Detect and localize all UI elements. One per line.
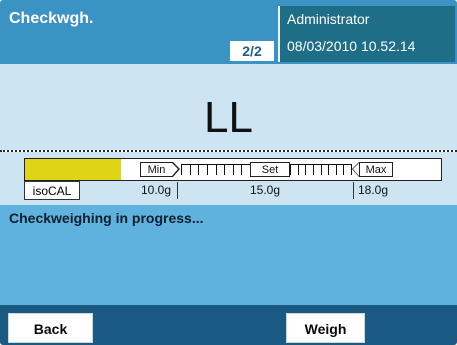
user-name: Administrator [287,11,370,27]
tick-mark [233,164,234,175]
set-marker: Set [250,162,290,177]
max-marker: Max [359,162,393,177]
min-value-divider [177,182,178,199]
app-title: Checkwgh. [9,10,94,27]
back-button[interactable]: Back [8,313,93,343]
tick-mark [313,164,314,175]
tick-mark [328,164,329,175]
tick-mark [343,164,344,175]
max-value-divider [353,182,354,199]
datetime: 08/03/2010 10.52.14 [287,38,416,54]
min-arrow-fill [172,163,178,176]
tick-mark [305,164,306,175]
tick-mark [241,164,242,175]
min-value: 10.0g [141,183,172,197]
tick-mark [181,164,182,175]
user-panel: Administrator 08/03/2010 10.52.14 [278,6,455,62]
tick-mark [321,164,322,175]
balance-screen: Checkwgh. 2/2 Administrator 08/03/2010 1… [0,0,457,345]
tick-mark [298,164,299,175]
page-indicator[interactable]: 2/2 [230,41,274,61]
isocal-button[interactable]: isoCAL [24,181,80,200]
tick-mark [198,164,199,175]
weigh-button[interactable]: Weigh [286,313,365,343]
status-message: Checkweighing in progress... [9,210,204,226]
tick-mark [224,164,225,175]
tick-mark [336,164,337,175]
weight-value: LL [204,93,253,142]
set-value: 15.0g [250,183,281,197]
tick-mark [207,164,208,175]
tick-mark [190,164,191,175]
tick-mark [290,164,291,175]
tolerance-bar-fill [25,159,121,180]
min-marker: Min [140,162,173,177]
max-value: 18.0g [358,183,389,197]
tick-mark [216,164,217,175]
